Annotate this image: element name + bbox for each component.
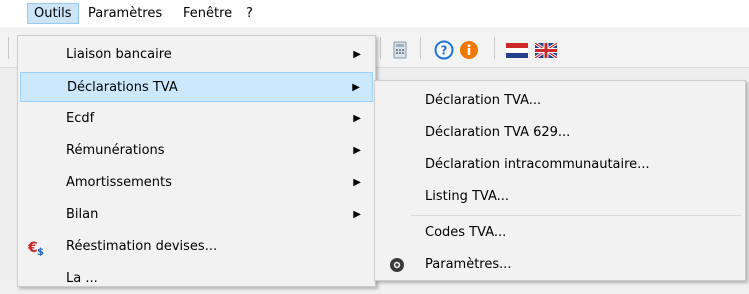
- menu-item-label: Réestimation devises...: [66, 239, 218, 254]
- toolbar-separator: [8, 37, 9, 59]
- submenu-item-label: Codes TVA...: [425, 225, 507, 240]
- help-icon[interactable]: ?: [434, 40, 454, 60]
- submenu-arrow-icon: ▶: [352, 82, 360, 93]
- submenu-arrow-icon: ▶: [353, 209, 361, 220]
- euro-dollar-icon: € $: [27, 240, 44, 256]
- menu-item-partial[interactable]: La ...: [20, 264, 373, 294]
- submenu-item-label: Déclaration TVA 629...: [425, 125, 571, 140]
- submenu-item-label: Listing TVA...: [425, 189, 510, 204]
- menu-item-bilan[interactable]: Bilan ▶: [20, 200, 373, 230]
- outils-menu: Liaison bancaire ▶ Déclarations TVA ▶ Ec…: [17, 35, 376, 287]
- calculator-icon[interactable]: [393, 41, 407, 59]
- menu-item-label: Déclarations TVA: [67, 80, 178, 95]
- menu-item-reestimation-devises[interactable]: € $ Réestimation devises...: [20, 232, 373, 262]
- menu-bar: Outils Paramètres Fenêtre ?: [0, 0, 749, 27]
- menu-item-label: Rémunérations: [66, 143, 165, 158]
- flag-uk-icon[interactable]: [535, 43, 557, 58]
- toolbar-separator: [494, 37, 495, 59]
- menu-item-declarations-tva[interactable]: Déclarations TVA ▶: [20, 72, 373, 102]
- svg-text:$: $: [37, 247, 44, 256]
- menu-item-label: Ecdf: [66, 111, 95, 126]
- menu-item-label: La ...: [66, 271, 98, 286]
- submenu-item-listing-tva[interactable]: Listing TVA...: [377, 181, 743, 213]
- submenu-item-declaration-intracommunautaire[interactable]: Déclaration intracommunautaire...: [377, 149, 743, 181]
- submenu-arrow-icon: ▶: [353, 113, 361, 124]
- flag-nl-icon[interactable]: [506, 43, 528, 58]
- menu-item-label: Amortissements: [66, 175, 172, 190]
- toolbar-separator: [420, 37, 421, 59]
- gear-icon: [390, 258, 404, 272]
- menu-item-ecdf[interactable]: Ecdf ▶: [20, 104, 373, 134]
- menu-item-liaison-bancaire[interactable]: Liaison bancaire ▶: [20, 40, 373, 70]
- menu-outils[interactable]: Outils: [27, 3, 79, 24]
- menu-item-amortissements[interactable]: Amortissements ▶: [20, 168, 373, 198]
- menu-separator: [411, 215, 741, 216]
- submenu-item-parametres[interactable]: Paramètres...: [377, 249, 743, 281]
- submenu-item-declaration-tva[interactable]: Déclaration TVA...: [377, 85, 743, 117]
- menu-item-remunerations[interactable]: Rémunérations ▶: [20, 136, 373, 166]
- menu-item-label: Bilan: [66, 207, 99, 222]
- menu-parametres[interactable]: Paramètres: [82, 4, 168, 23]
- menu-fenetre[interactable]: Fenêtre: [177, 4, 238, 23]
- submenu-arrow-icon: ▶: [353, 177, 361, 188]
- svg-text:?: ?: [441, 44, 448, 58]
- submenu-item-codes-tva[interactable]: Codes TVA...: [377, 217, 743, 249]
- menu-help[interactable]: ?: [240, 4, 259, 23]
- submenu-item-label: Paramètres...: [425, 257, 512, 272]
- submenu-arrow-icon: ▶: [353, 49, 361, 60]
- submenu-item-declaration-tva-629[interactable]: Déclaration TVA 629...: [377, 117, 743, 149]
- toolbar-separator: [380, 37, 381, 59]
- submenu-item-label: Déclaration TVA...: [425, 93, 542, 108]
- declarations-tva-submenu: Déclaration TVA... Déclaration TVA 629..…: [374, 80, 746, 281]
- submenu-item-label: Déclaration intracommunautaire...: [425, 157, 650, 172]
- submenu-arrow-icon: ▶: [353, 145, 361, 156]
- menu-item-label: Liaison bancaire: [66, 47, 172, 62]
- info-icon[interactable]: [459, 40, 479, 60]
